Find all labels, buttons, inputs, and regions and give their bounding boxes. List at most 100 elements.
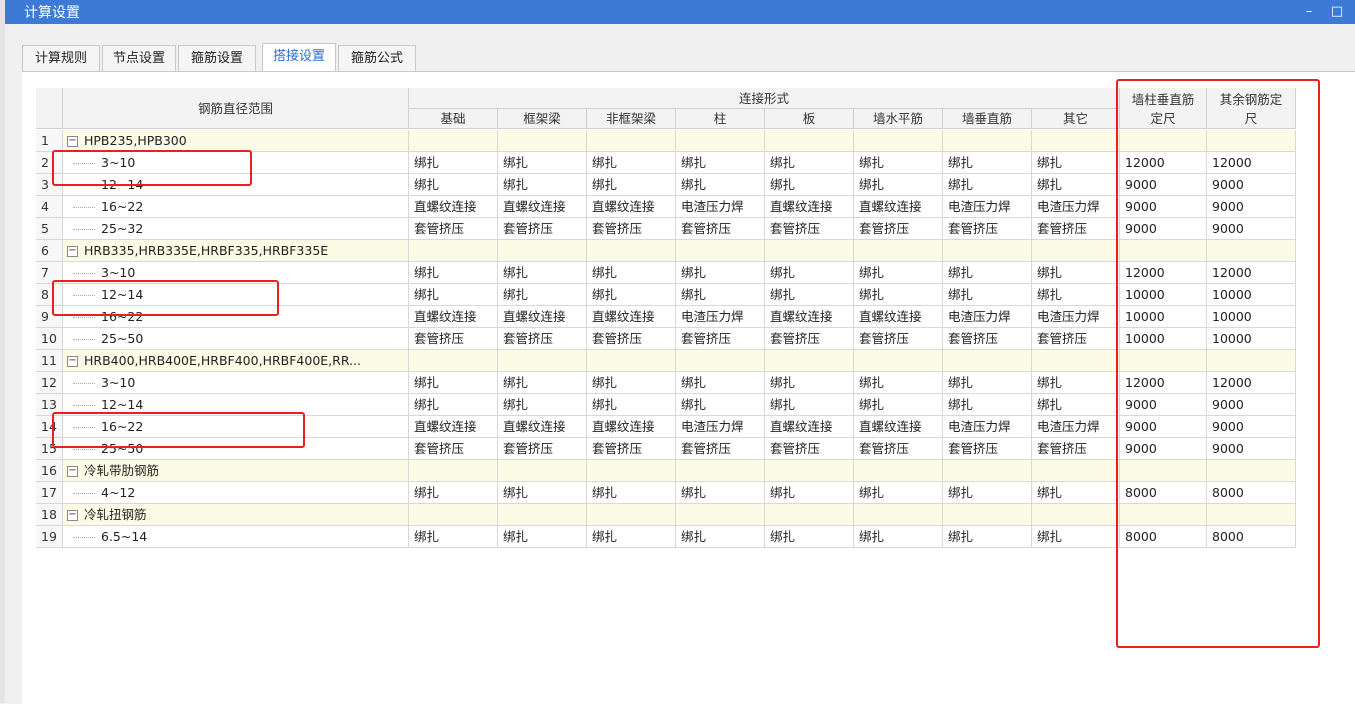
connection-cell-column[interactable] bbox=[676, 460, 765, 482]
connection-cell-wall-horizontal[interactable]: 绑扎 bbox=[854, 372, 943, 394]
maximize-button[interactable]: □ bbox=[1325, 1, 1349, 23]
connection-cell-foundation[interactable]: 套管挤压 bbox=[409, 438, 498, 460]
connection-cell-column[interactable]: 套管挤压 bbox=[676, 438, 765, 460]
connection-cell-non-frame-beam[interactable]: 直螺纹连接 bbox=[587, 416, 676, 438]
connection-cell-slab[interactable]: 绑扎 bbox=[765, 526, 854, 548]
connection-cell-other[interactable]: 套管挤压 bbox=[1032, 328, 1120, 350]
connection-cell-column[interactable] bbox=[676, 504, 765, 526]
table-group-row[interactable]: 11− HRB400,HRB400E,HRBF400,HRBF400E,RR... bbox=[36, 350, 1296, 372]
connection-cell-column[interactable]: 绑扎 bbox=[676, 152, 765, 174]
connection-cell-wall-vertical[interactable]: 绑扎 bbox=[943, 372, 1032, 394]
connection-cell-wall-vertical[interactable]: 电渣压力焊 bbox=[943, 196, 1032, 218]
connection-cell-wall-horizontal[interactable]: 绑扎 bbox=[854, 262, 943, 284]
range-cell[interactable]: 4~12 bbox=[63, 482, 409, 504]
connection-cell-other[interactable] bbox=[1032, 240, 1120, 262]
connection-cell-other[interactable]: 电渣压力焊 bbox=[1032, 416, 1120, 438]
connection-cell-foundation[interactable]: 直螺纹连接 bbox=[409, 416, 498, 438]
connection-cell-frame-beam[interactable]: 绑扎 bbox=[498, 482, 587, 504]
connection-cell-frame-beam[interactable]: 绑扎 bbox=[498, 284, 587, 306]
connection-cell-slab[interactable] bbox=[765, 504, 854, 526]
connection-cell-foundation[interactable]: 套管挤压 bbox=[409, 328, 498, 350]
connection-cell-other[interactable]: 绑扎 bbox=[1032, 262, 1120, 284]
connection-cell-other[interactable] bbox=[1032, 130, 1120, 152]
connection-cell-column[interactable]: 绑扎 bbox=[676, 262, 765, 284]
connection-cell-non-frame-beam[interactable]: 绑扎 bbox=[587, 526, 676, 548]
connection-cell-slab[interactable]: 绑扎 bbox=[765, 262, 854, 284]
connection-cell-wall-vertical[interactable]: 绑扎 bbox=[943, 482, 1032, 504]
connection-cell-other[interactable]: 电渣压力焊 bbox=[1032, 306, 1120, 328]
connection-cell-wall-vertical[interactable]: 绑扎 bbox=[943, 526, 1032, 548]
connection-cell-frame-beam[interactable]: 绑扎 bbox=[498, 174, 587, 196]
table-row[interactable]: 12 3~10 绑扎 绑扎 绑扎 绑扎 绑扎 绑扎 绑扎 绑扎 12000 12000 bbox=[36, 372, 1296, 394]
connection-cell-foundation[interactable]: 绑扎 bbox=[409, 482, 498, 504]
connection-cell-frame-beam[interactable]: 套管挤压 bbox=[498, 218, 587, 240]
connection-cell-non-frame-beam[interactable] bbox=[587, 240, 676, 262]
connection-cell-frame-beam[interactable]: 绑扎 bbox=[498, 152, 587, 174]
connection-cell-wall-vertical[interactable]: 电渣压力焊 bbox=[943, 416, 1032, 438]
connection-cell-frame-beam[interactable]: 绑扎 bbox=[498, 262, 587, 284]
connection-cell-wall-vertical[interactable] bbox=[943, 460, 1032, 482]
connection-cell-slab[interactable]: 直螺纹连接 bbox=[765, 196, 854, 218]
connection-cell-slab[interactable]: 绑扎 bbox=[765, 152, 854, 174]
connection-cell-slab[interactable] bbox=[765, 130, 854, 152]
connection-cell-non-frame-beam[interactable]: 直螺纹连接 bbox=[587, 306, 676, 328]
connection-cell-frame-beam[interactable]: 直螺纹连接 bbox=[498, 306, 587, 328]
tab-lap-settings[interactable]: 搭接设置 bbox=[262, 43, 336, 72]
connection-cell-slab[interactable]: 绑扎 bbox=[765, 394, 854, 416]
connection-cell-wall-vertical[interactable]: 套管挤压 bbox=[943, 438, 1032, 460]
connection-cell-slab[interactable]: 直螺纹连接 bbox=[765, 306, 854, 328]
connection-cell-non-frame-beam[interactable]: 套管挤压 bbox=[587, 218, 676, 240]
connection-cell-slab[interactable] bbox=[765, 240, 854, 262]
connection-cell-wall-horizontal[interactable] bbox=[854, 240, 943, 262]
connection-cell-foundation[interactable]: 绑扎 bbox=[409, 174, 498, 196]
connection-cell-wall-horizontal[interactable]: 绑扎 bbox=[854, 394, 943, 416]
connection-cell-slab[interactable]: 绑扎 bbox=[765, 482, 854, 504]
connection-cell-slab[interactable]: 绑扎 bbox=[765, 372, 854, 394]
connection-cell-frame-beam[interactable]: 直螺纹连接 bbox=[498, 196, 587, 218]
connection-cell-frame-beam[interactable] bbox=[498, 350, 587, 372]
range-cell[interactable]: 25~32 bbox=[63, 218, 409, 240]
connection-cell-non-frame-beam[interactable]: 绑扎 bbox=[587, 284, 676, 306]
range-cell[interactable]: 16~22 bbox=[63, 196, 409, 218]
connection-cell-non-frame-beam[interactable]: 绑扎 bbox=[587, 174, 676, 196]
connection-cell-non-frame-beam[interactable]: 套管挤压 bbox=[587, 328, 676, 350]
minimize-button[interactable]: – bbox=[1297, 1, 1321, 23]
connection-cell-other[interactable]: 套管挤压 bbox=[1032, 218, 1120, 240]
connection-cell-wall-vertical[interactable]: 套管挤压 bbox=[943, 328, 1032, 350]
connection-cell-foundation[interactable]: 绑扎 bbox=[409, 262, 498, 284]
connection-cell-non-frame-beam[interactable] bbox=[587, 350, 676, 372]
connection-cell-wall-horizontal[interactable]: 套管挤压 bbox=[854, 438, 943, 460]
connection-cell-non-frame-beam[interactable] bbox=[587, 504, 676, 526]
collapse-toggle-icon[interactable]: − bbox=[67, 510, 78, 521]
connection-cell-wall-vertical[interactable]: 套管挤压 bbox=[943, 218, 1032, 240]
connection-cell-column[interactable]: 电渣压力焊 bbox=[676, 306, 765, 328]
group-label-cell[interactable]: − HRB335,HRB335E,HRBF335,HRBF335E bbox=[63, 240, 409, 262]
connection-cell-wall-vertical[interactable] bbox=[943, 350, 1032, 372]
connection-cell-wall-horizontal[interactable]: 套管挤压 bbox=[854, 328, 943, 350]
table-row[interactable]: 5 25~32 套管挤压 套管挤压 套管挤压 套管挤压 套管挤压 套管挤压 套管挤压 套管挤压 90… bbox=[36, 218, 1296, 240]
connection-cell-non-frame-beam[interactable]: 直螺纹连接 bbox=[587, 196, 676, 218]
connection-cell-frame-beam[interactable]: 绑扎 bbox=[498, 394, 587, 416]
connection-cell-wall-vertical[interactable] bbox=[943, 504, 1032, 526]
connection-cell-frame-beam[interactable] bbox=[498, 240, 587, 262]
connection-cell-column[interactable] bbox=[676, 240, 765, 262]
connection-cell-column[interactable] bbox=[676, 350, 765, 372]
connection-cell-non-frame-beam[interactable]: 绑扎 bbox=[587, 394, 676, 416]
connection-cell-non-frame-beam[interactable]: 绑扎 bbox=[587, 152, 676, 174]
connection-cell-wall-vertical[interactable]: 绑扎 bbox=[943, 174, 1032, 196]
connection-cell-column[interactable]: 绑扎 bbox=[676, 372, 765, 394]
connection-cell-other[interactable] bbox=[1032, 504, 1120, 526]
connection-cell-other[interactable]: 绑扎 bbox=[1032, 372, 1120, 394]
connection-cell-other[interactable]: 绑扎 bbox=[1032, 394, 1120, 416]
connection-cell-wall-horizontal[interactable]: 套管挤压 bbox=[854, 218, 943, 240]
connection-cell-column[interactable]: 绑扎 bbox=[676, 174, 765, 196]
group-label-cell[interactable]: − 冷轧带肋钢筋 bbox=[63, 460, 409, 482]
connection-cell-other[interactable]: 套管挤压 bbox=[1032, 438, 1120, 460]
connection-cell-other[interactable]: 绑扎 bbox=[1032, 152, 1120, 174]
connection-cell-non-frame-beam[interactable]: 绑扎 bbox=[587, 262, 676, 284]
group-label-cell[interactable]: − HPB235,HPB300 bbox=[63, 130, 409, 152]
connection-cell-wall-vertical[interactable]: 电渣压力焊 bbox=[943, 306, 1032, 328]
connection-cell-column[interactable]: 绑扎 bbox=[676, 394, 765, 416]
collapse-toggle-icon[interactable]: − bbox=[67, 246, 78, 257]
connection-cell-column[interactable]: 套管挤压 bbox=[676, 328, 765, 350]
